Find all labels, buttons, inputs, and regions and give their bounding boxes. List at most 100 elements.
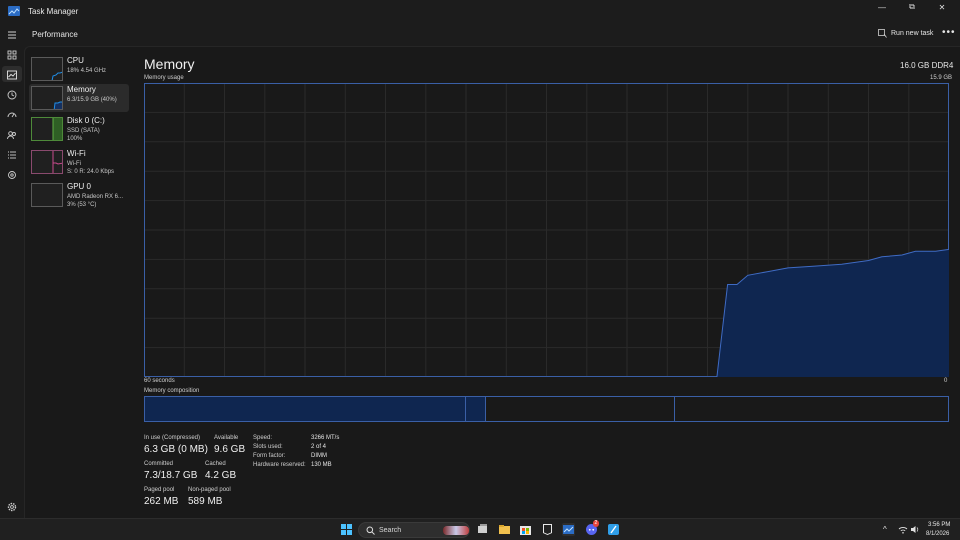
composition-standby[interactable]	[486, 397, 675, 421]
device-detail: 6.3/15.9 GB (40%)	[67, 97, 117, 103]
close-button[interactable]: ✕	[928, 0, 956, 14]
non-paged-pool-label: Non-paged pool	[188, 487, 231, 493]
performance-content: CPU 18% 4.54 GHz Memory 6.3/15.9 GB (40%…	[24, 46, 960, 518]
tray-chevron-up-icon[interactable]: ^	[883, 525, 887, 534]
more-options-button[interactable]: •••	[942, 27, 956, 38]
available-label: Available	[214, 435, 239, 441]
device-name: GPU 0	[67, 182, 92, 191]
memory-thumbnail	[31, 86, 63, 110]
services-icon[interactable]	[6, 168, 18, 180]
memory-usage-max: 15.9 GB	[930, 75, 953, 81]
device-memory[interactable]: Memory 6.3/15.9 GB (40%)	[29, 84, 129, 112]
memory-composition-bar	[144, 396, 949, 422]
run-new-task-button[interactable]: Run new task	[878, 29, 933, 38]
device-gpu[interactable]: GPU 0 AMD Radeon RX 6... 3% (53 °C)	[29, 181, 129, 209]
run-new-task-label: Run new task	[891, 30, 934, 37]
startup-apps-icon[interactable]	[6, 108, 18, 120]
in-use-label: In use (Compressed)	[144, 435, 201, 441]
committed-label: Committed	[144, 461, 174, 467]
start-windows-icon[interactable]	[340, 523, 353, 536]
clock-date[interactable]: 8/1/2026	[926, 531, 949, 537]
clock-time[interactable]: 3:56 PM	[928, 522, 950, 528]
device-wifi[interactable]: Wi-Fi Wi-Fi S: 0 R: 24.0 Kbps	[29, 148, 129, 176]
device-name: Wi-Fi	[67, 149, 86, 158]
device-detail-line1: AMD Radeon RX 6...	[67, 194, 124, 200]
memory-usage-graph	[144, 83, 949, 377]
paint-app-icon[interactable]	[607, 523, 620, 536]
device-detail: AMD Radeon RX 6... 3% (53 °C)	[67, 193, 123, 209]
title-bar: Task Manager — ⧉ ✕	[0, 0, 960, 22]
details-icon[interactable]	[6, 148, 18, 160]
search-placeholder: Search	[379, 527, 402, 534]
form-factor-value: DIMM	[311, 453, 327, 459]
speed-value: 3266 MT/s	[311, 435, 340, 441]
wifi-thumbnail	[31, 150, 63, 174]
axis-label-right: 0	[944, 378, 948, 384]
cpu-thumbnail	[31, 57, 63, 81]
run-task-icon	[878, 29, 887, 38]
device-detail: 18% 4.54 GHz	[67, 68, 107, 74]
task-view-icon[interactable]	[476, 523, 489, 536]
slots-used-label: Slots used:	[253, 444, 283, 450]
in-use-value: 6.3 GB (0 MB)	[144, 444, 208, 455]
cached-label: Cached	[205, 461, 226, 467]
search-icon	[366, 526, 375, 535]
device-detail-line2: 3% (53 °C)	[67, 202, 97, 208]
device-name: Memory	[67, 85, 96, 94]
minimize-button[interactable]: —	[868, 0, 896, 14]
available-value: 9.6 GB	[214, 444, 246, 455]
device-detail: Wi-Fi S: 0 R: 24.0 Kbps	[67, 160, 114, 176]
cached-value: 4.2 GB	[205, 470, 237, 481]
device-name: CPU	[67, 56, 84, 65]
speed-label: Speed:	[253, 435, 273, 441]
committed-value: 7.3/18.7 GB	[144, 470, 198, 481]
hardware-reserved-label: Hardware reserved:	[253, 462, 306, 468]
non-paged-pool-value: 589 MB	[188, 496, 223, 507]
slots-used-value: 2 of 4	[311, 444, 327, 450]
task-manager-taskbar-icon[interactable]	[562, 523, 575, 536]
page-title: Performance	[32, 30, 78, 39]
axis-label-left: 60 seconds	[144, 378, 175, 384]
gpu-thumbnail	[31, 183, 63, 207]
memory-composition-label: Memory composition	[144, 388, 200, 394]
form-factor-label: Form factor:	[253, 453, 286, 459]
discord-icon[interactable]: 2	[585, 520, 599, 536]
memory-type: 16.0 GB DDR4	[900, 61, 954, 70]
device-disk[interactable]: Disk 0 (C:) SSD (SATA) 100%	[29, 115, 129, 143]
disk-thumbnail	[31, 117, 63, 141]
composition-free[interactable]	[675, 397, 948, 421]
composition-modified[interactable]	[466, 397, 486, 421]
wifi-icon[interactable]	[898, 525, 908, 536]
device-detail-line1: SSD (SATA)	[67, 128, 100, 134]
memory-title: Memory	[144, 56, 195, 72]
users-icon[interactable]	[6, 128, 18, 140]
composition-in-use[interactable]	[145, 397, 466, 421]
taskbar: Search 2 ^ 3:56 PM 8/1/2026	[0, 518, 960, 540]
volume-icon[interactable]	[910, 525, 920, 536]
processes-icon[interactable]	[6, 48, 18, 60]
paged-pool-value: 262 MB	[144, 496, 179, 507]
device-detail-line1: Wi-Fi	[67, 161, 81, 167]
hardware-reserved-value: 130 MB	[311, 462, 332, 468]
window-title: Task Manager	[28, 6, 79, 16]
nav-rail	[0, 46, 24, 518]
file-explorer-icon[interactable]	[498, 523, 511, 536]
hamburger-menu-icon[interactable]	[6, 28, 18, 40]
paged-pool-label: Paged pool	[144, 487, 175, 493]
header: Performance Run new task •••	[0, 22, 960, 46]
taskbar-search-box[interactable]: Search	[358, 522, 470, 538]
search-highlight-image	[443, 526, 469, 535]
maximize-button[interactable]: ⧉	[898, 0, 926, 14]
performance-icon[interactable]	[6, 68, 18, 80]
memory-usage-label: Memory usage	[144, 75, 184, 81]
device-detail-line2: 100%	[67, 136, 83, 142]
device-cpu[interactable]: CPU 18% 4.54 GHz	[29, 55, 129, 83]
app-history-icon[interactable]	[6, 88, 18, 100]
settings-gear-icon[interactable]	[6, 500, 18, 512]
device-detail: SSD (SATA) 100%	[67, 127, 100, 143]
task-manager-icon	[8, 6, 20, 16]
device-detail-line2: S: 0 R: 24.0 Kbps	[67, 169, 115, 175]
device-name: Disk 0 (C:)	[67, 116, 105, 125]
epic-games-icon[interactable]	[541, 523, 554, 536]
microsoft-store-icon[interactable]	[519, 523, 532, 536]
